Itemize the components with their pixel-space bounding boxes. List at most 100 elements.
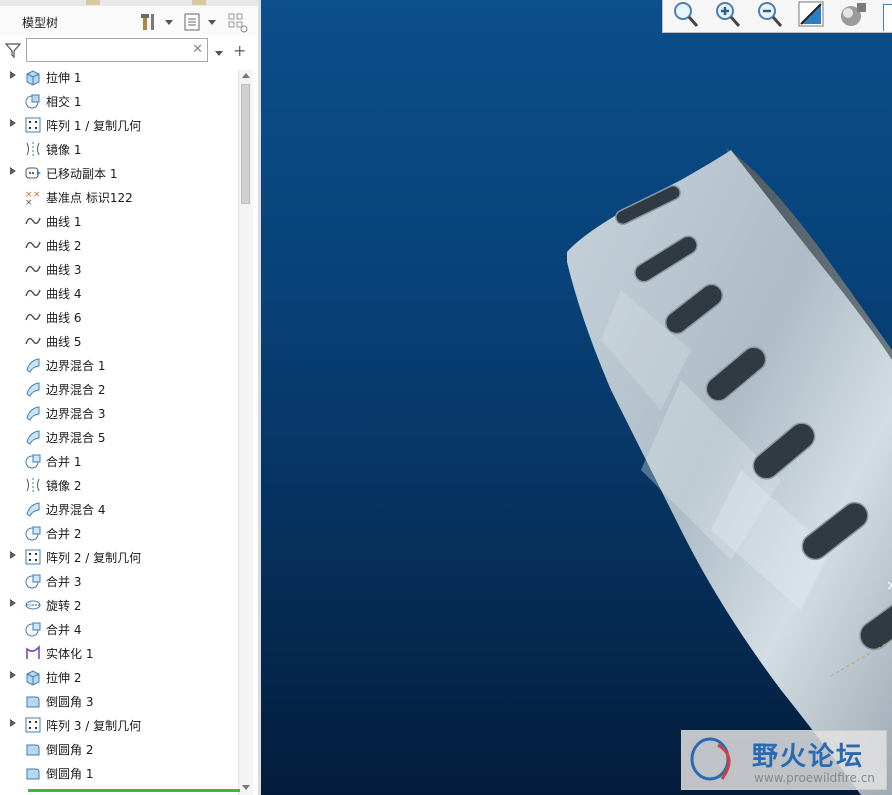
revolve-icon bbox=[24, 596, 42, 614]
tree-item[interactable]: 阵列 1 / 复制几何 bbox=[0, 113, 238, 137]
tree-item[interactable]: 拉伸 1 bbox=[0, 65, 238, 89]
boundary-blend-icon bbox=[24, 500, 42, 518]
tree-item-label: 曲线 5 bbox=[46, 335, 82, 349]
round-icon bbox=[24, 692, 42, 710]
graphics-window[interactable]: × bbox=[261, 0, 892, 795]
repaint-icon[interactable] bbox=[795, 0, 829, 30]
svg-text:×: × bbox=[33, 190, 41, 200]
tree-item[interactable]: 边界混合 5 bbox=[0, 425, 238, 449]
expand-arrow-icon[interactable] bbox=[10, 167, 16, 175]
datum-point-icon: × × × bbox=[24, 188, 42, 208]
filter-icon[interactable] bbox=[4, 42, 22, 61]
tree-item[interactable]: 边界混合 3 bbox=[0, 401, 238, 425]
add-filter-icon[interactable]: + bbox=[233, 41, 246, 60]
watermark-title: 野火论坛 bbox=[752, 742, 865, 772]
scroll-down-icon[interactable] bbox=[242, 785, 250, 790]
tree-item-label: 实体化 1 bbox=[46, 647, 94, 661]
scroll-up-icon[interactable] bbox=[242, 73, 250, 78]
tree-item[interactable]: 曲线 3 bbox=[0, 257, 238, 281]
tree-item[interactable]: 阵列 3 / 复制几何 bbox=[0, 713, 238, 737]
expand-arrow-icon[interactable] bbox=[10, 671, 16, 679]
tree-item-label: 阵列 3 / 复制几何 bbox=[46, 719, 142, 733]
tree-filter-settings-button[interactable] bbox=[227, 12, 251, 33]
tree-columns-icon bbox=[228, 13, 248, 33]
solidify-icon bbox=[24, 644, 42, 662]
tree-item[interactable]: 边界混合 4 bbox=[0, 497, 238, 521]
tree-item[interactable]: 边界混合 2 bbox=[0, 377, 238, 401]
tree-show-button[interactable] bbox=[183, 12, 219, 32]
curve-icon bbox=[24, 236, 42, 254]
tree-item[interactable]: 倒圆角 2 bbox=[0, 737, 238, 761]
clear-search-icon[interactable]: ✕ bbox=[192, 42, 203, 57]
merge-icon bbox=[24, 524, 42, 542]
zoom-out-icon[interactable] bbox=[753, 0, 787, 30]
tree-item[interactable]: 镜像 2 bbox=[0, 473, 238, 497]
tree-item-label: 合并 1 bbox=[46, 455, 82, 469]
tree-item[interactable]: 旋转 2 bbox=[0, 593, 238, 617]
tree-item-label: 旋转 2 bbox=[46, 599, 82, 613]
zoom-in-icon[interactable] bbox=[711, 0, 745, 30]
tree-settings-button[interactable] bbox=[140, 12, 176, 32]
tree-item-label: 合并 2 bbox=[46, 527, 82, 541]
tree-scrollbar[interactable] bbox=[238, 70, 253, 795]
tree-item[interactable]: 曲线 4 bbox=[0, 281, 238, 305]
tree-item-label: 倒圆角 3 bbox=[46, 695, 94, 709]
tree-item-label: 倒圆角 1 bbox=[46, 767, 94, 781]
search-options-dropdown[interactable] bbox=[214, 46, 224, 60]
model-tree-title: 模型树 bbox=[22, 16, 59, 30]
curve-icon bbox=[24, 212, 42, 230]
tree-item[interactable]: 已移动副本 1 bbox=[0, 161, 238, 185]
tree-item[interactable]: 边界混合 1 bbox=[0, 353, 238, 377]
chevron-down-icon bbox=[215, 51, 223, 56]
extrude-icon bbox=[24, 68, 42, 86]
tree-item[interactable]: 曲线 5 bbox=[0, 329, 238, 353]
tree-item[interactable]: 拉伸 2 bbox=[0, 665, 238, 689]
boundary-blend-icon bbox=[24, 404, 42, 422]
extrude-icon bbox=[24, 668, 42, 686]
tree-item[interactable]: 曲线 2 bbox=[0, 233, 238, 257]
tree-item-label: 边界混合 4 bbox=[46, 503, 106, 517]
tree-item[interactable]: 合并 4 bbox=[0, 617, 238, 641]
tab-fragment[interactable] bbox=[86, 0, 100, 5]
expand-arrow-icon[interactable] bbox=[10, 719, 16, 727]
tree-item[interactable]: 镜像 1 bbox=[0, 137, 238, 161]
scroll-thumb[interactable] bbox=[241, 84, 250, 204]
tools-icon bbox=[141, 14, 173, 30]
tree-item[interactable]: 合并 1 bbox=[0, 449, 238, 473]
expand-arrow-icon[interactable] bbox=[10, 119, 16, 127]
tree-item[interactable]: 曲线 1 bbox=[0, 209, 238, 233]
forum-logo-icon bbox=[690, 737, 731, 781]
search-box: ✕ bbox=[26, 38, 208, 62]
display-style-icon[interactable] bbox=[837, 0, 871, 30]
round-icon bbox=[24, 764, 42, 782]
tree-item-label: 镜像 1 bbox=[46, 143, 82, 157]
mirror-icon bbox=[24, 476, 42, 494]
tree-item-label: 边界混合 3 bbox=[46, 407, 106, 421]
tree-item-label: 基准点 标识122 bbox=[46, 191, 133, 205]
tree-item-label: 边界混合 1 bbox=[46, 359, 106, 373]
tree-item[interactable]: 合并 3 bbox=[0, 569, 238, 593]
mirror-icon bbox=[24, 140, 42, 158]
tree-item[interactable]: 实体化 1 bbox=[0, 641, 238, 665]
search-input[interactable] bbox=[31, 40, 195, 62]
expand-arrow-icon[interactable] bbox=[10, 71, 16, 79]
intersect-icon bbox=[24, 92, 42, 110]
tree-item-label: 拉伸 1 bbox=[46, 71, 82, 85]
tree-item[interactable]: 合并 2 bbox=[0, 521, 238, 545]
toolbar-overflow[interactable] bbox=[883, 4, 892, 31]
tree-item[interactable]: 倒圆角 1 bbox=[0, 761, 238, 785]
round-icon bbox=[24, 740, 42, 758]
tree-item-label: 边界混合 5 bbox=[46, 431, 106, 445]
tree-item[interactable]: 倒圆角 3 bbox=[0, 689, 238, 713]
expand-arrow-icon[interactable] bbox=[10, 599, 16, 607]
moved-copy-icon bbox=[24, 164, 42, 182]
tree-item[interactable]: 曲线 6 bbox=[0, 305, 238, 329]
tab-fragment[interactable] bbox=[192, 0, 206, 5]
tree-item[interactable]: × × × 基准点 标识122 bbox=[0, 185, 238, 209]
list-icon bbox=[184, 13, 216, 31]
tree-item-label: 曲线 1 bbox=[46, 215, 82, 229]
tree-item[interactable]: 阵列 2 / 复制几何 bbox=[0, 545, 238, 569]
refit-icon[interactable] bbox=[669, 0, 703, 30]
expand-arrow-icon[interactable] bbox=[10, 551, 16, 559]
tree-item[interactable]: 相交 1 bbox=[0, 89, 238, 113]
